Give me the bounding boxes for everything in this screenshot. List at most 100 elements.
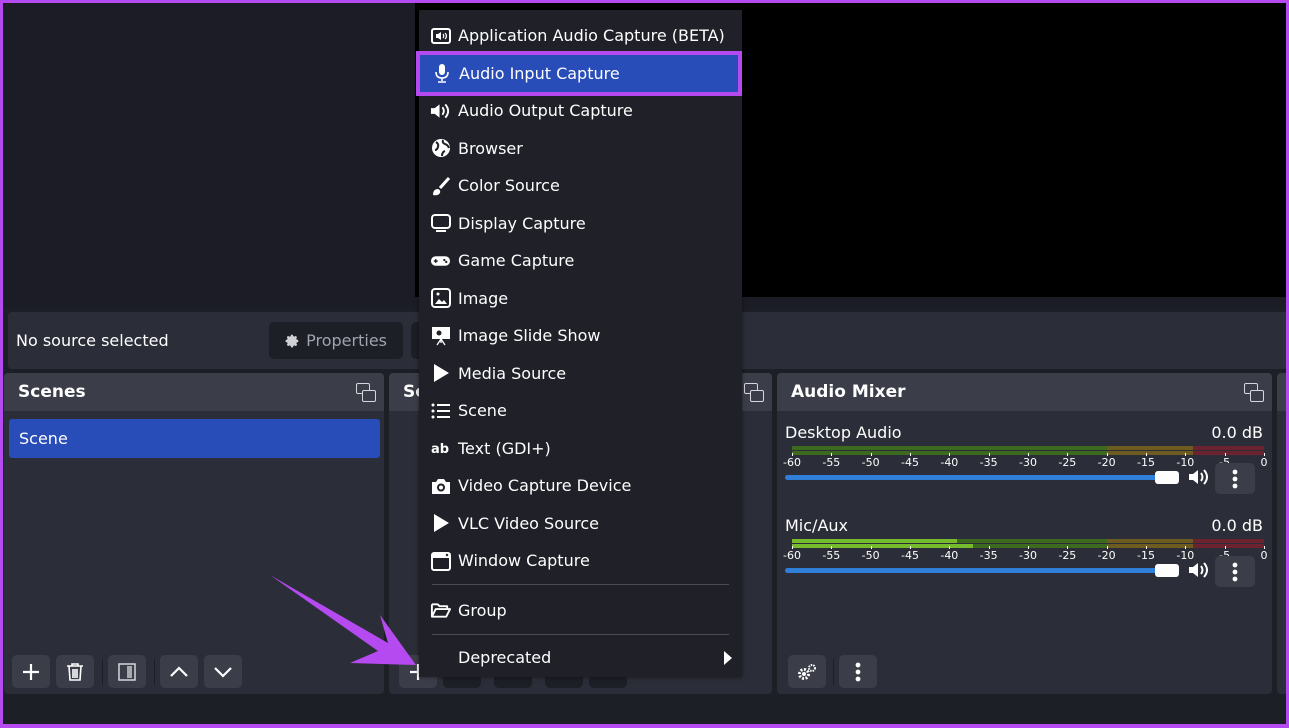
meter-channel-row bbox=[792, 539, 1264, 543]
meter-tick-label: -25 bbox=[1058, 549, 1077, 562]
globe-icon bbox=[430, 138, 451, 159]
filter-icon bbox=[118, 662, 136, 681]
meter-segment bbox=[792, 446, 1107, 450]
volume-slider[interactable] bbox=[785, 568, 1175, 573]
menu-item-label: Audio Output Capture bbox=[458, 101, 633, 120]
meter-tick-label: -40 bbox=[940, 456, 959, 469]
move-scene-down-button[interactable] bbox=[204, 655, 242, 688]
channel-menu-button[interactable] bbox=[1215, 463, 1255, 494]
menu-item-window-capture[interactable]: Window Capture bbox=[419, 542, 742, 579]
meter-tick-label: -60 bbox=[783, 456, 801, 469]
menu-item-audio-input-capture[interactable]: Audio Input Capture bbox=[416, 50, 742, 96]
volume-slider[interactable] bbox=[785, 475, 1175, 480]
scene-list-item[interactable]: Scene bbox=[9, 419, 380, 458]
chevron-up-icon bbox=[170, 665, 188, 677]
meter-tick-label: -45 bbox=[901, 549, 919, 562]
camera-icon bbox=[430, 475, 451, 496]
meter-tick-label: -35 bbox=[979, 456, 998, 469]
menu-item-text-gdi[interactable]: ab Text (GDI+) bbox=[419, 430, 742, 467]
meter-tick-label: -50 bbox=[861, 456, 880, 469]
add-scene-button[interactable] bbox=[12, 655, 50, 688]
meter-tick-mark bbox=[1264, 453, 1265, 456]
menu-item-label: Video Capture Device bbox=[458, 476, 632, 495]
meter-level-fill bbox=[792, 539, 958, 543]
play-icon bbox=[430, 513, 451, 534]
blank-icon bbox=[430, 647, 451, 668]
menu-item-scene[interactable]: Scene bbox=[419, 392, 742, 429]
meter-tick-label: -40 bbox=[940, 549, 959, 562]
menu-item-browser[interactable]: Browser bbox=[419, 130, 742, 167]
meter-tick-mark bbox=[792, 453, 793, 456]
meter-tick-mark bbox=[988, 546, 990, 549]
meter-tick-mark bbox=[1067, 453, 1069, 456]
volume-slider-thumb[interactable] bbox=[1155, 564, 1179, 577]
menu-item-label: Image Slide Show bbox=[458, 326, 601, 345]
advanced-audio-button[interactable] bbox=[788, 655, 826, 688]
menu-item-deprecated[interactable]: Deprecated bbox=[419, 639, 742, 676]
scenes-dock-header: Scenes bbox=[4, 373, 384, 411]
meter-tick-mark bbox=[910, 453, 911, 456]
meter-tick-label: 0 bbox=[1260, 456, 1268, 469]
menu-item-media-source[interactable]: Media Source bbox=[419, 355, 742, 392]
undock-icon[interactable] bbox=[1244, 383, 1264, 403]
kebab-menu-icon bbox=[1232, 469, 1238, 488]
list-icon bbox=[430, 400, 451, 421]
meter-level-fill bbox=[792, 544, 973, 548]
speaker-icon[interactable] bbox=[1187, 560, 1211, 580]
scenes-title: Scenes bbox=[18, 382, 86, 402]
menu-item-video-capture-device[interactable]: Video Capture Device bbox=[419, 467, 742, 504]
menu-item-application-audio-capture-beta[interactable]: Application Audio Capture (BETA) bbox=[419, 17, 742, 54]
toolbar-separator bbox=[102, 659, 103, 685]
volume-slider-thumb[interactable] bbox=[1155, 471, 1179, 484]
meter-tick-label: -30 bbox=[1019, 456, 1037, 469]
undock-icon[interactable] bbox=[744, 383, 764, 403]
meter-tick-mark bbox=[949, 453, 951, 456]
move-scene-up-button[interactable] bbox=[160, 655, 198, 688]
meter-tick-label: 0 bbox=[1260, 549, 1268, 562]
menu-item-label: Game Capture bbox=[458, 251, 575, 270]
trash-icon bbox=[67, 662, 83, 681]
scene-filters-button[interactable] bbox=[108, 655, 146, 688]
mixer-menu-button[interactable] bbox=[839, 655, 877, 688]
menu-item-label: Deprecated bbox=[458, 647, 552, 667]
menu-item-group[interactable]: Group bbox=[419, 592, 742, 629]
channel-name: Mic/Aux bbox=[785, 516, 848, 535]
gamepad-icon bbox=[430, 250, 451, 271]
plus-icon bbox=[23, 663, 39, 680]
meter-tick-mark bbox=[1028, 453, 1029, 456]
partial-dock-right bbox=[1277, 373, 1286, 694]
meter-tick-label: -60 bbox=[783, 549, 801, 562]
toolbar-separator bbox=[833, 659, 834, 685]
properties-button[interactable]: Properties bbox=[269, 322, 403, 359]
meter-tick-mark bbox=[1146, 453, 1147, 456]
meter-tick-mark bbox=[1067, 546, 1069, 549]
remove-scene-button[interactable] bbox=[56, 655, 94, 688]
meter-tick-mark bbox=[1185, 546, 1187, 549]
channel-menu-button[interactable] bbox=[1215, 556, 1255, 587]
menu-item-label: Window Capture bbox=[458, 551, 590, 570]
menu-item-display-capture[interactable]: Display Capture bbox=[419, 205, 742, 242]
undock-icon[interactable] bbox=[356, 383, 376, 403]
meter-segment bbox=[1193, 451, 1264, 455]
scene-name: Scene bbox=[19, 429, 68, 448]
audio-mixer-title: Audio Mixer bbox=[791, 382, 906, 402]
speaker-icon[interactable] bbox=[1187, 467, 1211, 487]
audio-mixer-dock: Audio Mixer Desktop Audio 0.0 dB -60 -55 -… bbox=[777, 373, 1272, 694]
obs-window: No source selected Properties Scenes Sce… bbox=[3, 3, 1286, 724]
menu-item-label: Audio Input Capture bbox=[459, 63, 620, 83]
toolbar-separator bbox=[154, 659, 155, 685]
meter-tick-mark bbox=[949, 546, 951, 549]
menu-item-image-slide-show[interactable]: Image Slide Show bbox=[419, 317, 742, 354]
meter-tick-mark bbox=[831, 453, 833, 456]
menu-item-vlc-video-source[interactable]: VLC Video Source bbox=[419, 505, 742, 542]
meter-segment bbox=[1193, 544, 1264, 548]
meter-tick-label: -15 bbox=[1137, 456, 1155, 469]
menu-item-audio-output-capture[interactable]: Audio Output Capture bbox=[419, 92, 742, 129]
meter-segment bbox=[1106, 544, 1194, 548]
menu-item-game-capture[interactable]: Game Capture bbox=[419, 242, 742, 279]
meter-segment bbox=[1106, 451, 1194, 455]
meter-segment bbox=[1193, 446, 1264, 450]
menu-item-image[interactable]: Image bbox=[419, 280, 742, 317]
menu-item-color-source[interactable]: Color Source bbox=[419, 167, 742, 204]
meter-tick-label: -20 bbox=[1097, 549, 1116, 562]
